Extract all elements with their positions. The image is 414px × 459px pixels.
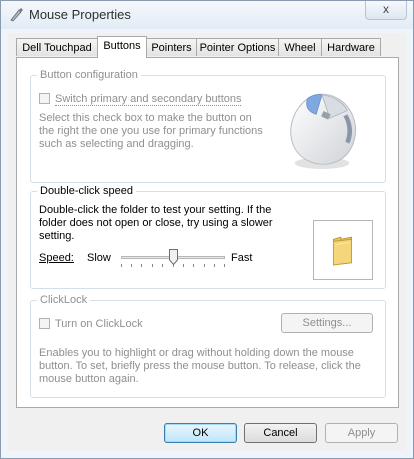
tab-label: Pointer Options <box>199 42 276 54</box>
tab-hardware[interactable]: Hardware <box>321 38 381 56</box>
title-bar[interactable]: Mouse Properties x <box>1 1 413 29</box>
group-title: Double-click speed <box>37 185 136 197</box>
tab-label: Pointers <box>151 42 192 54</box>
button-configuration-group: Button configuration Switch primary and … <box>30 69 386 183</box>
slider-tick <box>152 264 153 267</box>
folder-icon[interactable] <box>330 235 356 267</box>
tab-buttons[interactable]: Buttons <box>97 36 147 58</box>
switch-buttons-label[interactable]: Switch primary and secondary buttons <box>55 93 242 106</box>
tab-wheel[interactable]: Wheel <box>278 38 322 56</box>
slider-tick <box>141 264 142 267</box>
clicklock-checkbox[interactable] <box>39 318 50 329</box>
slider-tick <box>121 264 122 267</box>
tab-pointers[interactable]: Pointers <box>146 38 197 56</box>
double-click-test-area[interactable] <box>313 220 373 280</box>
slow-label: Slow <box>87 252 111 264</box>
switch-buttons-description: Select this check box to make the button… <box>39 112 263 150</box>
double-click-speed-slider[interactable] <box>121 246 225 272</box>
ok-button[interactable]: OK <box>164 423 237 443</box>
fast-label: Fast <box>231 252 253 264</box>
slider-tick <box>214 264 215 267</box>
group-title: Button configuration <box>37 69 141 81</box>
buttons-tab-panel: Button configuration Switch primary and … <box>16 57 399 408</box>
close-button[interactable]: x <box>365 1 407 20</box>
slider-tick <box>131 264 132 267</box>
switch-buttons-checkbox[interactable] <box>39 93 50 104</box>
mouse-app-icon <box>10 8 23 22</box>
mouse-icon <box>290 93 356 169</box>
slider-tick <box>183 264 184 267</box>
apply-button[interactable]: Apply <box>325 423 398 443</box>
slider-tick <box>193 264 194 267</box>
tab-dell-touchpad[interactable]: Dell Touchpad <box>16 38 98 56</box>
clicklock-label[interactable]: Turn on ClickLock <box>55 318 143 330</box>
slider-thumb[interactable] <box>168 249 178 265</box>
clicklock-group: ClickLock Turn on ClickLock Settings... … <box>30 294 386 398</box>
slider-tick <box>162 264 163 267</box>
double-click-description: Double-click the folder to test your set… <box>39 204 273 242</box>
tab-label: Buttons <box>103 40 141 52</box>
clicklock-description: Enables you to highlight or drag without… <box>39 347 361 385</box>
clicklock-settings-button[interactable]: Settings... <box>281 313 373 333</box>
close-icon: x <box>383 2 389 16</box>
slider-tick <box>204 264 205 267</box>
speed-label: Speed: <box>39 252 74 264</box>
tab-label: Wheel <box>284 42 316 54</box>
slider-tick <box>224 264 225 267</box>
tab-label: Dell Touchpad <box>22 42 92 54</box>
group-title: ClickLock <box>37 294 91 306</box>
window-title: Mouse Properties <box>29 7 131 22</box>
tab-label: Hardware <box>327 42 375 54</box>
cancel-button[interactable]: Cancel <box>244 423 317 443</box>
tab-pointer-options[interactable]: Pointer Options <box>196 38 279 56</box>
double-click-speed-group: Double-click speed Double-click the fold… <box>30 185 386 289</box>
